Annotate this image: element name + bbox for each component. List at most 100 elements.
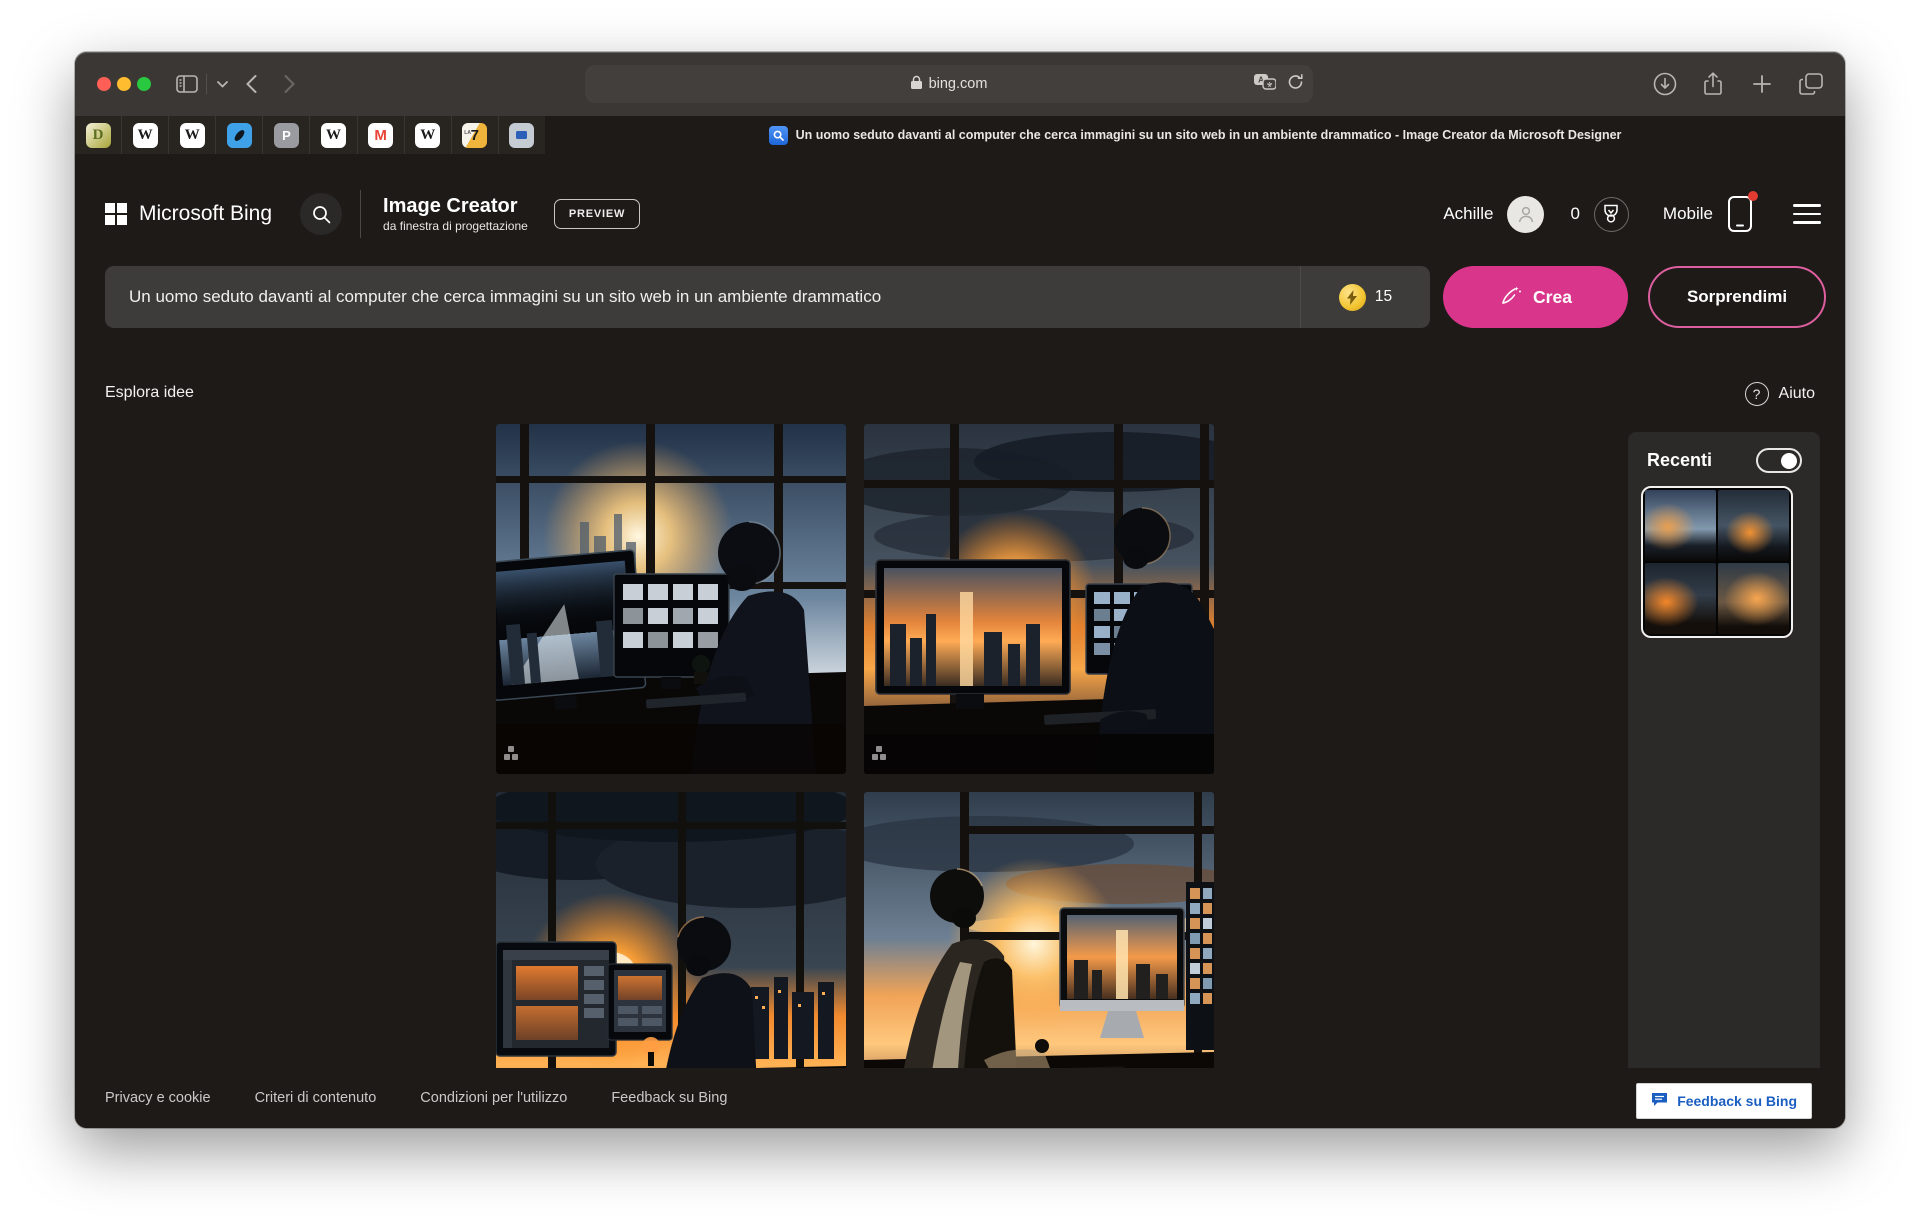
close-window-button[interactable] — [97, 77, 111, 91]
recent-thumb-quadrant — [1718, 490, 1789, 561]
translate-icon[interactable]: A — [1254, 74, 1276, 95]
recents-toggle[interactable] — [1756, 448, 1802, 473]
boost-coin-icon — [1339, 284, 1366, 311]
results-grid — [496, 424, 1289, 1068]
rewards-count[interactable]: 0 — [1570, 204, 1579, 224]
recent-thumb-quadrant — [1645, 490, 1716, 561]
question-mark-icon: ? — [1745, 382, 1769, 406]
gmail-icon: M — [368, 123, 393, 148]
site-header: Microsoft Bing Image Creator da finestra… — [105, 182, 1821, 246]
recent-creation-thumbnail[interactable] — [1641, 486, 1793, 638]
page-footer: Privacy e cookie Criteri di contenuto Co… — [75, 1068, 1845, 1128]
brand-label: Microsoft Bing — [139, 202, 272, 226]
wikipedia-icon: W — [133, 123, 158, 148]
feedback-button[interactable]: Feedback su Bing — [1636, 1083, 1812, 1119]
user-name[interactable]: Achille — [1443, 204, 1493, 224]
tab-overview-icon[interactable] — [1797, 70, 1825, 98]
bookmark-item[interactable] — [499, 116, 545, 154]
page-subtitle: da finestra di progettazione — [383, 219, 528, 233]
bookmark-item[interactable]: W — [122, 116, 169, 154]
browser-window: bing.com A — [75, 52, 1845, 1128]
bookmark-item[interactable]: P — [263, 116, 310, 154]
back-button[interactable] — [237, 70, 265, 98]
feedback-button-label: Feedback su Bing — [1677, 1093, 1797, 1109]
bing-search-favicon — [769, 126, 788, 145]
feedback-bubble-icon — [1651, 1092, 1668, 1110]
sidebar-toggle-icon[interactable] — [173, 70, 201, 98]
mobile-label[interactable]: Mobile — [1663, 204, 1713, 224]
bookmark-favicon-p: P — [274, 123, 299, 148]
generated-image-4[interactable] — [864, 792, 1214, 1068]
footer-link-terms[interactable]: Condizioni per l'utilizzo — [420, 1090, 567, 1106]
hamburger-menu-icon[interactable] — [1793, 204, 1821, 224]
header-divider — [360, 190, 361, 238]
footer-link-content-policy[interactable]: Criteri di contenuto — [255, 1090, 377, 1106]
bookmark-item[interactable]: M — [358, 116, 405, 154]
reload-icon[interactable] — [1288, 74, 1303, 94]
surprise-me-button[interactable]: Sorprendimi — [1648, 266, 1826, 328]
help-link[interactable]: ? Aiuto — [1745, 382, 1815, 406]
downloads-icon[interactable] — [1651, 70, 1679, 98]
rewards-medal-icon[interactable] — [1594, 197, 1629, 232]
forward-button[interactable] — [275, 70, 303, 98]
boosts-indicator: 15 — [1300, 266, 1430, 328]
new-tab-icon[interactable] — [1748, 70, 1776, 98]
bookmark-item[interactable]: LA 7 — [452, 116, 499, 154]
bookmark-item[interactable]: W — [169, 116, 216, 154]
page-title: Image Creator — [383, 195, 528, 217]
bookmark-item[interactable]: D — [75, 116, 122, 154]
recent-thumb-quadrant — [1718, 563, 1789, 634]
footer-link-feedback[interactable]: Feedback su Bing — [611, 1090, 727, 1106]
magic-wand-icon — [1499, 283, 1523, 312]
address-bar[interactable]: bing.com A — [585, 65, 1313, 103]
create-button[interactable]: Crea — [1443, 266, 1628, 328]
address-url: bing.com — [929, 76, 988, 92]
create-button-label: Crea — [1533, 287, 1572, 308]
bookmark-item[interactable]: W — [405, 116, 452, 154]
browser-toolbar: bing.com A — [75, 52, 1845, 116]
document-app-icon — [509, 123, 534, 148]
explore-ideas-link[interactable]: Esplora idee — [105, 384, 194, 402]
favorites-bar: D W W P W M W — [75, 116, 545, 154]
microsoft-bing-brand[interactable]: Microsoft Bing — [105, 202, 272, 226]
generated-image-1[interactable] — [496, 424, 846, 774]
app-title-block: Image Creator da finestra di progettazio… — [383, 195, 528, 233]
minimize-window-button[interactable] — [117, 77, 131, 91]
tab-title: Un uomo seduto davanti al computer che c… — [796, 128, 1622, 142]
wikipedia-icon: W — [415, 123, 440, 148]
mobile-phone-icon[interactable] — [1727, 195, 1753, 233]
lock-icon — [911, 75, 922, 93]
footer-link-privacy[interactable]: Privacy e cookie — [105, 1090, 211, 1106]
header-right: Achille 0 Mobile — [1443, 195, 1821, 233]
preview-badge: PREVIEW — [554, 199, 640, 229]
notification-dot — [1748, 191, 1758, 201]
recents-panel: Recenti — [1628, 432, 1820, 1068]
wikipedia-icon: W — [180, 123, 205, 148]
help-label: Aiuto — [1779, 385, 1815, 403]
toggle-knob — [1781, 453, 1797, 469]
bookmark-favicon-d: D — [86, 123, 111, 148]
bookmark-item[interactable] — [216, 116, 263, 154]
tab-bar: D W W P W M W — [75, 116, 1845, 154]
recents-title: Recenti — [1647, 450, 1712, 471]
microsoft-logo-icon — [105, 203, 127, 225]
boosts-count: 15 — [1375, 288, 1392, 306]
search-icon[interactable] — [300, 193, 342, 235]
generated-image-2[interactable] — [864, 424, 1214, 774]
feather-app-icon — [227, 123, 252, 148]
prompt-input[interactable] — [105, 266, 1300, 328]
active-tab[interactable]: Un uomo seduto davanti al computer che c… — [545, 116, 1845, 154]
recent-thumb-quadrant — [1645, 563, 1716, 634]
bookmark-item[interactable]: W — [310, 116, 357, 154]
toolbar-divider — [206, 74, 207, 94]
page-content: Microsoft Bing Image Creator da finestra… — [75, 154, 1845, 1128]
zoom-window-button[interactable] — [137, 77, 151, 91]
share-icon[interactable] — [1699, 70, 1727, 98]
generated-image-3[interactable] — [496, 792, 846, 1068]
la7-icon: LA 7 — [462, 123, 487, 148]
sidebar-chevron-down-icon[interactable] — [208, 70, 236, 98]
surprise-button-label: Sorprendimi — [1687, 287, 1787, 307]
avatar[interactable] — [1507, 196, 1544, 233]
wikipedia-icon: W — [321, 123, 346, 148]
prompt-bar: 15 — [105, 266, 1430, 328]
